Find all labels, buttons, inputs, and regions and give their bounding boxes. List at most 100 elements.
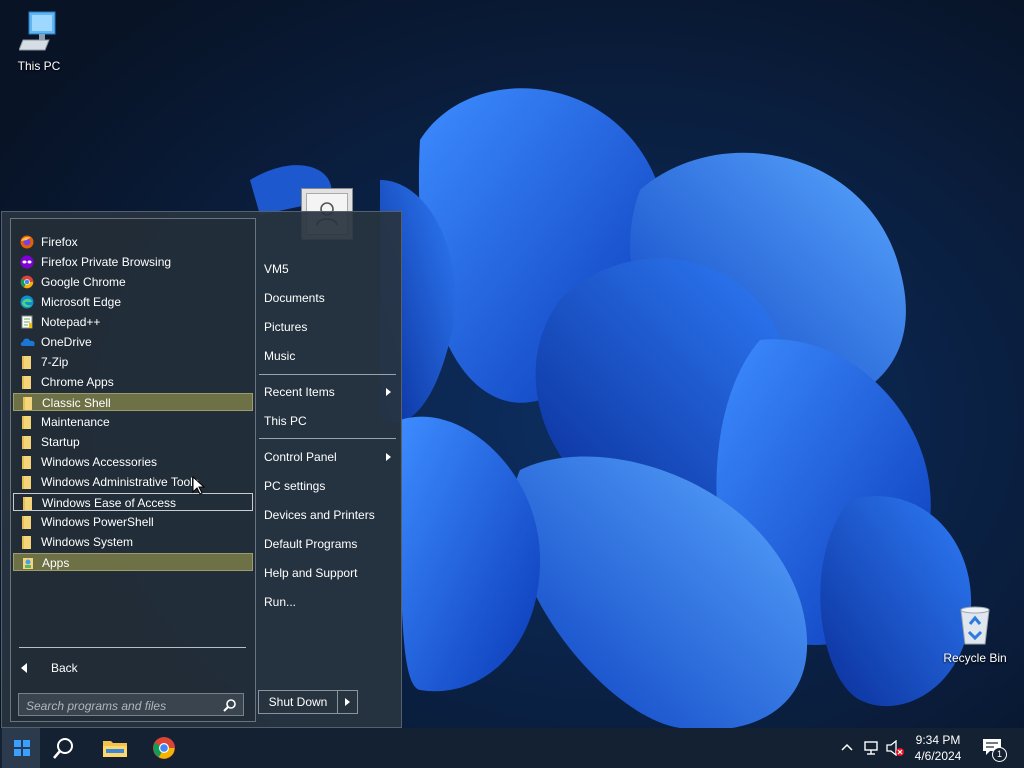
folder-icon	[20, 475, 34, 489]
program-item-label: Windows Accessories	[41, 455, 158, 469]
recycle-bin-icon	[960, 606, 990, 645]
folder-icon	[20, 535, 34, 549]
shutdown-options-arrow-icon[interactable]	[338, 691, 357, 713]
program-item-windows-administrative-tools[interactable]: Windows Administrative Tools	[13, 473, 253, 491]
clock[interactable]: 9:34 PM 4/6/2024	[905, 732, 971, 764]
menu-item-pictures[interactable]: Pictures	[264, 320, 307, 334]
apps-icon	[21, 556, 35, 570]
desktop-icon-label: This PC	[17, 59, 61, 73]
program-item-label: Notepad++	[41, 315, 101, 329]
submenu-arrow-icon	[386, 388, 391, 396]
taskbar: 9:34 PM 4/6/2024 1	[0, 728, 1024, 768]
chrome-icon	[153, 737, 175, 759]
program-item-onedrive[interactable]: OneDrive	[13, 333, 253, 351]
folder-icon	[21, 396, 35, 410]
program-item-label: Maintenance	[41, 415, 110, 429]
program-item-label: Windows Ease of Access	[42, 496, 177, 510]
submenu-arrow-icon	[386, 453, 391, 461]
program-item-windows-ease-of-access[interactable]: Windows Ease of Access	[13, 493, 253, 511]
program-item-chrome-apps[interactable]: Chrome Apps	[13, 373, 253, 391]
folder-icon	[20, 375, 34, 389]
program-item-label: Windows PowerShell	[41, 515, 154, 529]
menu-item-pc-settings[interactable]: PC settings	[264, 479, 325, 493]
program-item-label: Apps	[42, 556, 70, 570]
program-item-startup[interactable]: Startup	[13, 433, 253, 451]
network-icon[interactable]	[863, 740, 879, 756]
desktop-icon-recycle-bin[interactable]: Recycle Bin	[940, 604, 1010, 665]
program-item-label: Firefox	[41, 235, 78, 249]
program-item-windows-system[interactable]: Windows System	[13, 533, 253, 551]
menu-item-help-support[interactable]: Help and Support	[264, 566, 357, 580]
search-input[interactable]	[19, 694, 224, 717]
chrome-icon	[20, 275, 34, 289]
desktop-icon-this-pc[interactable]: This PC	[4, 10, 74, 73]
search-box[interactable]	[18, 693, 244, 717]
notepadpp-icon	[20, 315, 34, 329]
back-label: Back	[51, 661, 78, 675]
onedrive-icon	[20, 335, 35, 349]
search-icon	[53, 738, 73, 759]
program-item-label: Classic Shell	[42, 396, 111, 410]
menu-item-default-programs[interactable]: Default Programs	[264, 537, 357, 551]
shutdown-control: Shut Down	[258, 690, 358, 714]
start-menu: Firefox Firefox Private Browsing Google Ch…	[1, 211, 402, 728]
program-list: Firefox Firefox Private Browsing Google Ch…	[10, 218, 256, 722]
menu-item-recent-items[interactable]: Recent Items	[264, 385, 335, 399]
program-item-firefox-private-browsing[interactable]: Firefox Private Browsing	[13, 253, 253, 271]
program-item-classic-shell[interactable]: Classic Shell	[13, 393, 253, 411]
menu-item-vm5[interactable]: VM5	[264, 262, 289, 276]
program-item-label: 7-Zip	[41, 355, 69, 369]
separator	[259, 438, 396, 439]
program-item-label: Windows System	[41, 535, 134, 549]
program-item-notepad[interactable]: Notepad++	[13, 313, 253, 331]
program-item-label: Chrome Apps	[41, 375, 114, 389]
program-item-label: Startup	[41, 435, 80, 449]
folder-icon	[20, 515, 34, 529]
search-icon[interactable]	[223, 698, 237, 712]
program-item-google-chrome[interactable]: Google Chrome	[13, 273, 253, 291]
menu-item-control-panel[interactable]: Control Panel	[264, 450, 337, 464]
separator	[259, 374, 396, 375]
program-item-microsoft-edge[interactable]: Microsoft Edge	[13, 293, 253, 311]
desktop-icon-label: Recycle Bin	[943, 651, 1007, 665]
menu-item-devices-printers[interactable]: Devices and Printers	[264, 508, 375, 522]
back-button[interactable]: Back	[19, 659, 219, 677]
folder-icon	[20, 435, 34, 449]
folder-icon	[20, 455, 34, 469]
clock-time: 9:34 PM	[915, 733, 961, 747]
program-item-windows-powershell[interactable]: Windows PowerShell	[13, 513, 253, 531]
menu-item-music[interactable]: Music	[264, 349, 295, 363]
program-item-label: OneDrive	[41, 335, 92, 349]
taskbar-chrome-button[interactable]	[142, 728, 186, 768]
notification-count-badge: 1	[992, 747, 1007, 762]
menu-item-this-pc[interactable]: This PC	[264, 414, 307, 428]
volume-muted-icon[interactable]	[886, 740, 904, 756]
program-item-firefox[interactable]: Firefox	[13, 233, 253, 251]
file-explorer-icon	[103, 741, 127, 757]
program-item-windows-accessories[interactable]: Windows Accessories	[13, 453, 253, 471]
program-item-7-zip[interactable]: 7-Zip	[13, 353, 253, 371]
separator	[19, 647, 246, 648]
menu-item-run[interactable]: Run...	[264, 595, 296, 609]
program-item-apps[interactable]: Apps	[13, 553, 253, 571]
clock-date: 4/6/2024	[914, 749, 962, 763]
mouse-cursor-icon	[192, 476, 206, 495]
program-item-label: Windows Administrative Tools	[41, 475, 199, 489]
shutdown-button[interactable]: Shut Down	[259, 691, 338, 713]
program-item-label: Firefox Private Browsing	[41, 255, 172, 269]
menu-item-documents[interactable]: Documents	[264, 291, 325, 305]
folder-icon	[20, 415, 34, 429]
program-item-label: Microsoft Edge	[41, 295, 122, 309]
taskbar-file-explorer-button[interactable]	[92, 728, 136, 768]
start-button[interactable]	[2, 728, 40, 768]
folder-icon	[20, 355, 34, 369]
notification-center-button[interactable]: 1	[980, 736, 1008, 762]
show-hidden-icons-chevron-icon[interactable]	[841, 743, 853, 751]
edge-icon	[20, 295, 34, 309]
back-arrow-icon	[21, 663, 27, 673]
start-icon	[14, 740, 30, 756]
taskbar-search-button[interactable]	[42, 728, 86, 768]
folder-icon	[21, 496, 35, 510]
firefox-private-icon	[20, 255, 34, 269]
program-item-maintenance[interactable]: Maintenance	[13, 413, 253, 431]
